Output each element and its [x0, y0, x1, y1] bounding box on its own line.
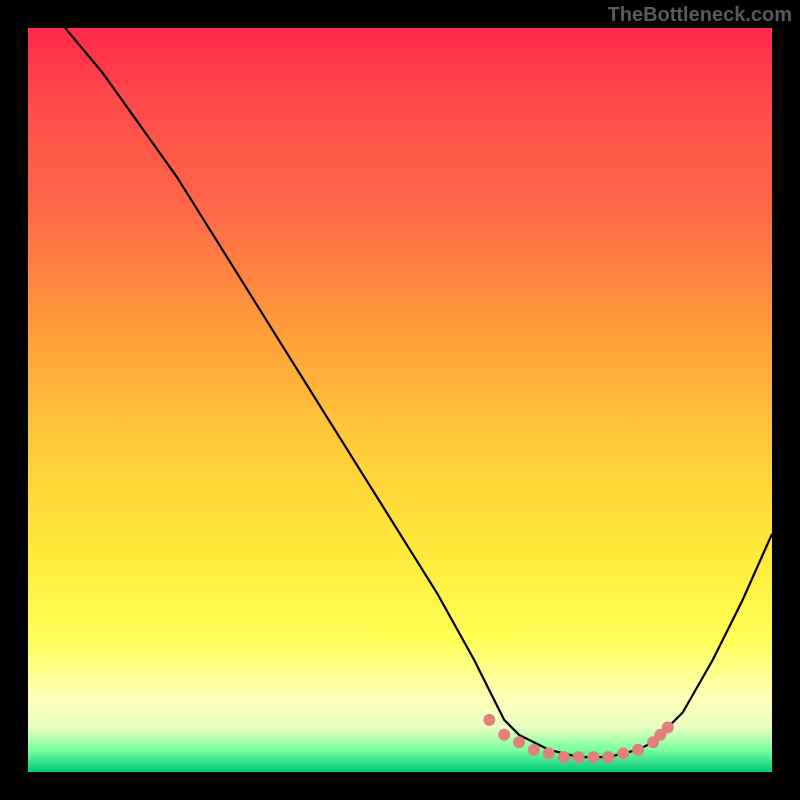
data-marker: [587, 751, 599, 763]
plot-area: [28, 28, 772, 772]
data-marker: [483, 714, 495, 726]
data-marker: [617, 747, 629, 759]
chart-svg: [28, 28, 772, 772]
data-marker: [528, 744, 540, 756]
data-marker: [543, 747, 555, 759]
data-marker: [558, 751, 570, 763]
watermark-text: TheBottleneck.com: [608, 4, 792, 27]
data-marker: [573, 751, 585, 763]
data-marker: [662, 721, 674, 733]
data-marker: [632, 744, 644, 756]
marker-group: [483, 714, 674, 763]
data-marker: [498, 729, 510, 741]
bottleneck-curve: [65, 28, 772, 757]
data-marker: [513, 736, 525, 748]
data-marker: [602, 751, 614, 763]
